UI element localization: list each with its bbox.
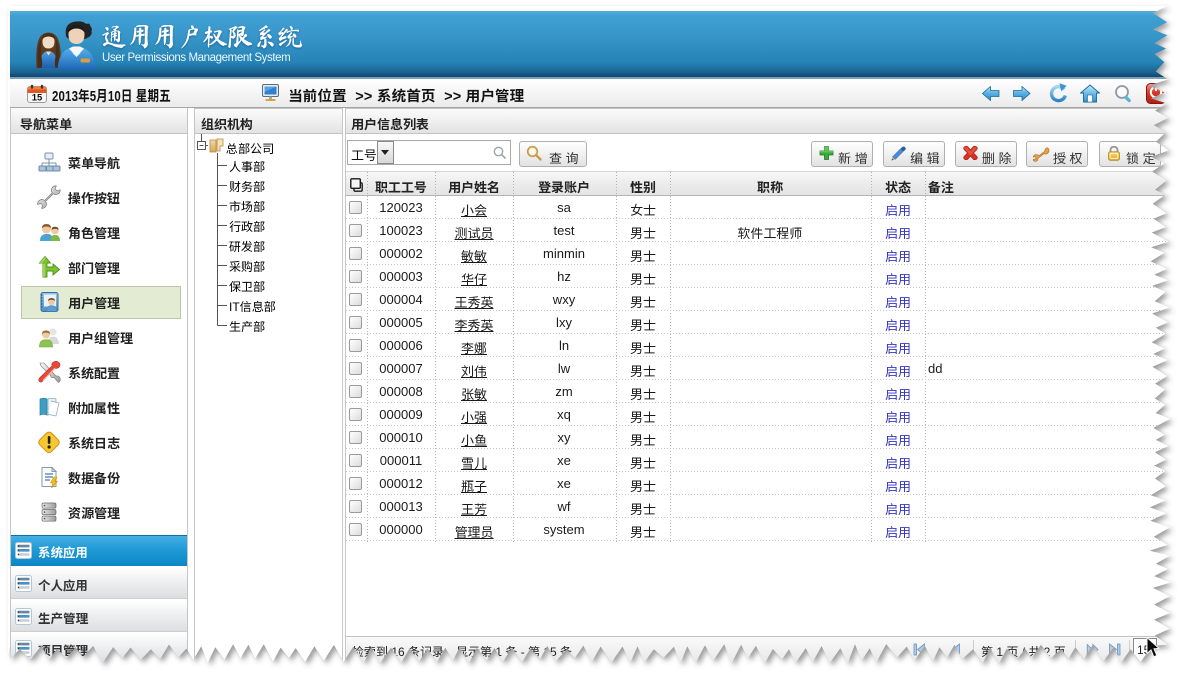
svg-text:15: 15 bbox=[32, 93, 43, 104]
